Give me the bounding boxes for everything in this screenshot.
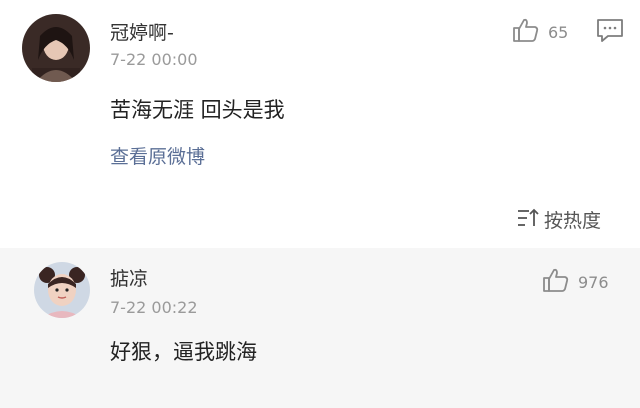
main-comment-card: 冠婷啊- 7-22 00:00 65 苦海无涯 回头是我 查看原微博 按热度 xyxy=(0,0,640,248)
thumbs-up-icon xyxy=(512,16,540,48)
sort-icon xyxy=(516,207,540,233)
sort-label: 按热度 xyxy=(544,210,602,232)
comment-bubble-icon[interactable] xyxy=(596,18,624,48)
avatar[interactable] xyxy=(22,14,90,82)
reply-like-button[interactable]: 976 xyxy=(542,266,609,298)
reply-timestamp: 7-22 00:22 xyxy=(110,298,198,317)
reply-card: 掂凉 7-22 00:22 976 好狠，逼我跳海 xyxy=(0,248,640,408)
like-count: 65 xyxy=(548,22,569,42)
view-original-link[interactable]: 查看原微博 xyxy=(110,142,205,169)
like-button[interactable]: 65 xyxy=(512,16,568,48)
user-name[interactable]: 冠婷啊- xyxy=(110,18,174,45)
timestamp: 7-22 00:00 xyxy=(110,50,198,69)
sort-by-hot-button[interactable]: 按热度 xyxy=(516,206,601,233)
reply-user-name[interactable]: 掂凉 xyxy=(110,264,148,291)
reply-avatar[interactable] xyxy=(34,262,90,318)
reply-text: 好狠，逼我跳海 xyxy=(110,340,257,364)
thumbs-up-icon xyxy=(542,266,570,298)
reply-like-count: 976 xyxy=(578,272,609,292)
comment-text: 苦海无涯 回头是我 xyxy=(110,98,285,122)
